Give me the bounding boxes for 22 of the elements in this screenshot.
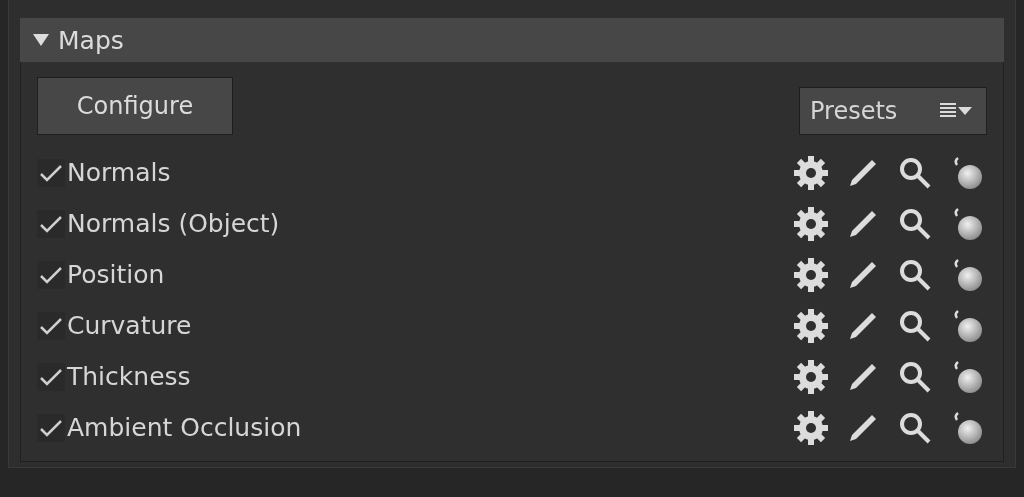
map-label: Position [67,260,166,289]
settings-icon[interactable] [793,409,829,446]
map-label: Curvature [67,311,193,340]
checkbox[interactable] [37,158,65,187]
map-label: Normals [67,158,172,187]
presets-button[interactable]: Presets [799,87,987,135]
checkbox[interactable] [37,362,65,391]
map-label: Thickness [67,362,192,391]
settings-icon[interactable] [793,307,829,344]
triangle-icon [32,33,50,47]
checkbox[interactable] [37,413,65,442]
section-header[interactable]: Maps [20,18,1004,62]
checkbox[interactable] [37,311,65,340]
checkbox[interactable] [37,209,65,238]
checkbox[interactable] [37,260,65,289]
map-label: Ambient Occlusion [67,413,303,442]
settings-icon[interactable] [793,154,829,191]
settings-icon[interactable] [793,256,829,293]
configure-button[interactable]: Configure [37,77,233,135]
settings-icon[interactable] [793,205,829,242]
map-label: Normals (Object) [67,209,281,238]
settings-icon[interactable] [793,358,829,395]
